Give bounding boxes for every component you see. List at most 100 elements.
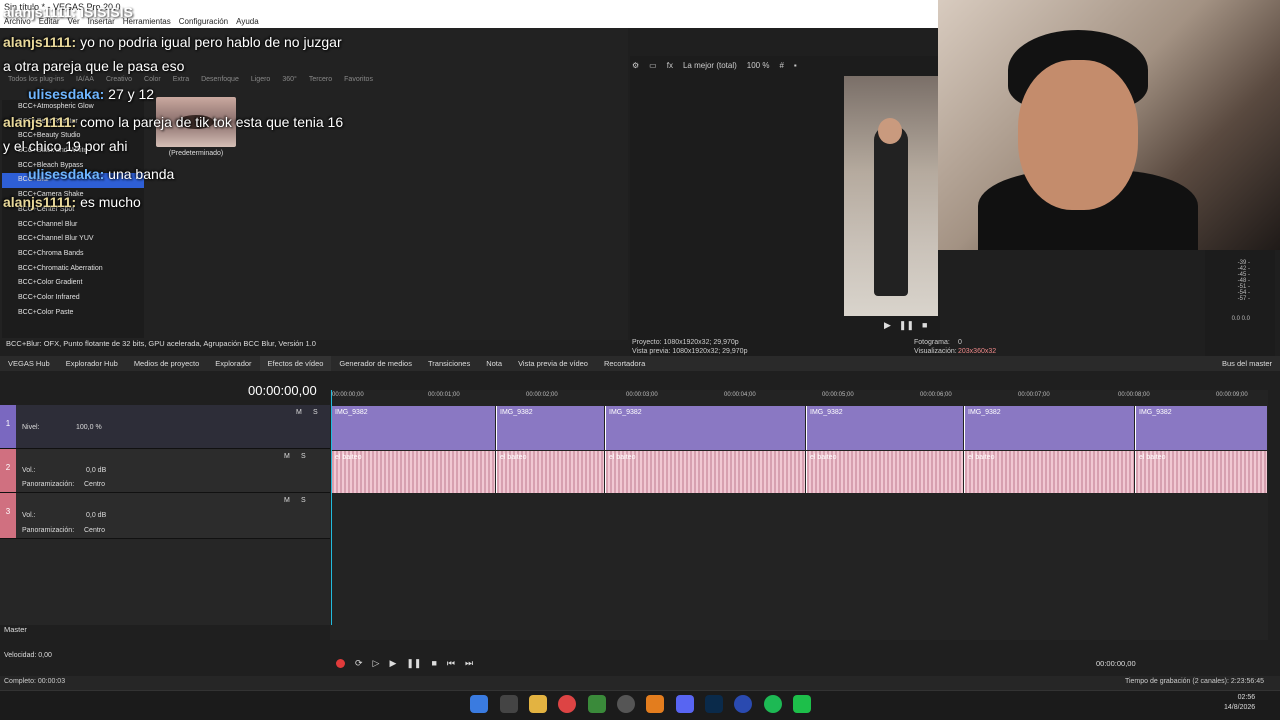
excel-icon[interactable] xyxy=(588,695,606,713)
master-bus-row: Master xyxy=(4,625,27,634)
tab-vegas-hub[interactable]: VEGAS Hub xyxy=(0,356,58,371)
play-from-start-icon[interactable]: ▷ xyxy=(373,658,380,669)
person-head xyxy=(878,118,902,144)
tab-transiciones[interactable]: Transiciones xyxy=(420,356,478,371)
ruler-tick: 00:00:08;00 xyxy=(1118,392,1150,398)
play-icon[interactable]: ▶ xyxy=(884,320,891,331)
spotify-icon[interactable] xyxy=(764,695,782,713)
loop-icon[interactable]: ⟳ xyxy=(355,658,363,669)
track-2-header[interactable]: 2 Vol.: 0,0 dB Panoramización: Centro M … xyxy=(0,449,330,493)
audio-clip[interactable]: el baiteo xyxy=(1135,451,1267,493)
audio-clip[interactable]: el baiteo xyxy=(496,451,604,493)
chat-user: ulisesdaka: xyxy=(28,166,105,182)
tab-notas[interactable]: Nota xyxy=(478,356,510,371)
pause-icon[interactable]: ❚❚ xyxy=(899,320,914,331)
chat-text: a otra pareja que le pasa eso xyxy=(3,58,185,74)
plugin-item[interactable]: BCC+Color Gradient xyxy=(2,276,144,291)
stop-icon[interactable]: ■ xyxy=(431,658,436,668)
video-clip[interactable]: IMG_9382 xyxy=(605,406,805,450)
fotograma-value: 0 xyxy=(958,339,962,346)
video-clip[interactable]: IMG_9382 xyxy=(1135,406,1267,450)
gear-icon[interactable]: ⚙ xyxy=(632,61,639,70)
level-label: Nivel: xyxy=(22,424,40,431)
system-clock[interactable]: 02:56 14/8/2026 xyxy=(1224,693,1255,713)
mute-button[interactable]: M xyxy=(296,409,302,416)
tab-explorador[interactable]: Explorador xyxy=(207,356,259,371)
streamer-face xyxy=(1018,60,1138,210)
solo-button[interactable]: S xyxy=(301,453,306,460)
discord-icon[interactable] xyxy=(676,695,694,713)
app-icon[interactable] xyxy=(793,695,811,713)
zoom-select[interactable]: 100 % xyxy=(747,61,770,70)
chrome-icon[interactable] xyxy=(558,695,576,713)
plugin-item[interactable]: BCC+Color Paste xyxy=(2,306,144,321)
playhead[interactable] xyxy=(331,390,332,625)
plugin-item[interactable]: BCC+Color Infrared xyxy=(2,291,144,306)
ruler-tick: 00:00:04;00 xyxy=(724,392,756,398)
plugin-item[interactable]: BCC+Chroma Bands xyxy=(2,247,144,262)
tab-vista-previa[interactable]: Vista previa de vídeo xyxy=(510,356,596,371)
mute-button[interactable]: M xyxy=(284,453,290,460)
chat-text: y el chico 19 por ahi xyxy=(3,138,128,154)
video-clip[interactable]: IMG_9382 xyxy=(806,406,963,450)
quality-select[interactable]: La mejor (total) xyxy=(683,61,737,70)
tab-efectos[interactable]: Efectos de vídeo xyxy=(259,356,332,371)
start-icon[interactable] xyxy=(470,695,488,713)
next-icon[interactable]: ⏭ xyxy=(465,658,473,669)
split-icon[interactable]: ▭ xyxy=(649,61,657,70)
ruler-tick: 00:00:07;00 xyxy=(1018,392,1050,398)
menu-ayuda[interactable]: Ayuda xyxy=(236,16,259,28)
audio-clip[interactable]: el baiteo xyxy=(806,451,963,493)
menu-configuracion[interactable]: Configuración xyxy=(179,16,228,28)
chat-message: y el chico 19 por ahi xyxy=(3,138,128,154)
stop-icon[interactable]: ■ xyxy=(922,320,927,331)
search-icon[interactable] xyxy=(500,695,518,713)
tab-medios[interactable]: Medios de proyecto xyxy=(126,356,207,371)
video-clip[interactable]: IMG_9382 xyxy=(964,406,1134,450)
obs-icon[interactable] xyxy=(617,695,635,713)
track-3-header[interactable]: 3 Vol.: 0,0 dB Panoramización: Centro M … xyxy=(0,493,330,539)
photoshop-icon[interactable] xyxy=(705,695,723,713)
track-headers: 1 Nivel: 100,0 % M S 2 Vol.: 0,0 dB Pano… xyxy=(0,405,330,625)
brave-icon[interactable] xyxy=(646,695,664,713)
mute-button[interactable]: M xyxy=(284,497,290,504)
track-1-header[interactable]: 1 Nivel: 100,0 % M S xyxy=(0,405,330,449)
timeline-ruler[interactable]: 00:00:00;00 00:00:01;00 00:00:02;00 00:0… xyxy=(330,392,1268,406)
ruler-tick: 00:00:01;00 xyxy=(428,392,460,398)
clock-time: 02:56 xyxy=(1237,694,1256,701)
grid-icon[interactable]: # xyxy=(779,61,783,70)
fx-icon[interactable]: fx xyxy=(667,61,673,70)
tab-bus-master[interactable]: Bus del master xyxy=(1214,356,1280,371)
timeline-timecode: 00:00:00,00 xyxy=(248,383,317,398)
chat-text: 27 y 12 xyxy=(104,86,155,102)
chat-user: alanjs1111: xyxy=(3,114,77,130)
folder-icon[interactable] xyxy=(529,695,547,713)
tab-explorador-hub[interactable]: Explorador Hub xyxy=(58,356,126,371)
record-button[interactable] xyxy=(336,658,345,668)
play-icon[interactable]: ▶ xyxy=(389,658,396,669)
vegas-icon[interactable] xyxy=(734,695,752,713)
vol-value: 0,0 dB xyxy=(86,467,107,474)
solo-button[interactable]: S xyxy=(301,497,306,504)
video-clip[interactable]: IMG_9382 xyxy=(496,406,604,450)
tab-generador[interactable]: Generador de medios xyxy=(331,356,420,371)
plugin-item[interactable]: BCC+Channel Blur YUV xyxy=(2,232,144,247)
plugin-item[interactable]: BCC+Chromatic Aberration xyxy=(2,262,144,277)
audio-clip[interactable]: el baiteo xyxy=(331,451,495,493)
status-left: Completo: 00:00:03 xyxy=(4,678,66,685)
pause-icon[interactable]: ❚❚ xyxy=(406,658,421,669)
taskbar xyxy=(0,690,1280,720)
save-icon[interactable]: ▪ xyxy=(794,61,797,70)
meter-value-left: 0.0 xyxy=(1231,316,1240,322)
tab-recortadora[interactable]: Recortadora xyxy=(596,356,653,371)
speed-control[interactable]: Velocidad: 0,00 xyxy=(0,652,330,664)
audio-clip[interactable]: el baiteo xyxy=(964,451,1134,493)
video-clip[interactable]: IMG_9382 xyxy=(331,406,495,450)
chat-message: alanjs1111: yo no podria igual pero habl… xyxy=(3,34,342,50)
solo-button[interactable]: S xyxy=(313,409,318,416)
prev-icon[interactable]: ⏮ xyxy=(447,658,455,669)
audio-clip[interactable]: el baiteo xyxy=(605,451,805,493)
chat-message: alanjs1111: es mucho xyxy=(3,194,141,210)
track-number: 2 xyxy=(0,449,16,492)
ruler-tick: 00:00:05;00 xyxy=(822,392,854,398)
